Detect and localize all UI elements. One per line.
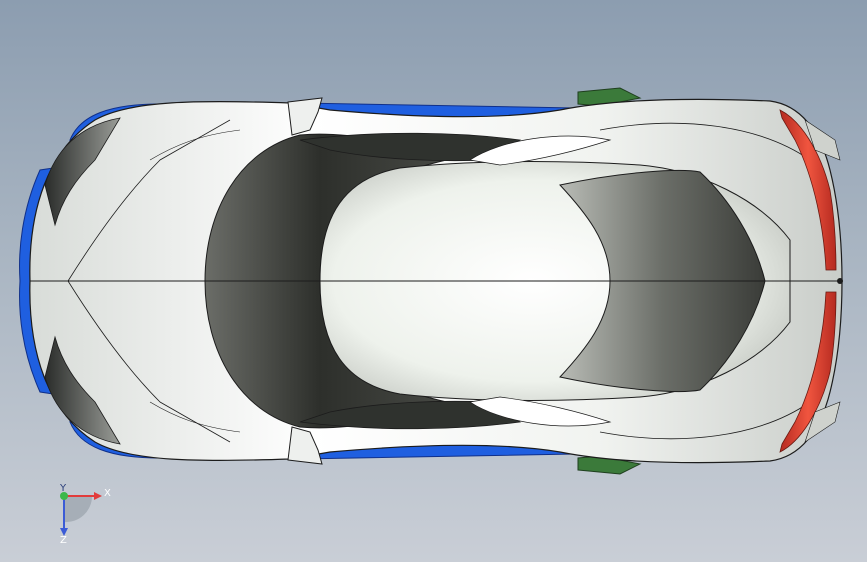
graphics-viewport[interactable]: X Y Z (0, 0, 867, 562)
z-axis-label: Z (60, 535, 67, 544)
x-axis-label: X (104, 488, 111, 499)
triad-shadow (64, 496, 93, 523)
orientation-triad[interactable]: X Y Z (44, 482, 114, 544)
x-axis-arrow (94, 492, 102, 500)
y-axis-label: Y (59, 483, 67, 494)
car-model-top-view[interactable] (0, 0, 867, 562)
